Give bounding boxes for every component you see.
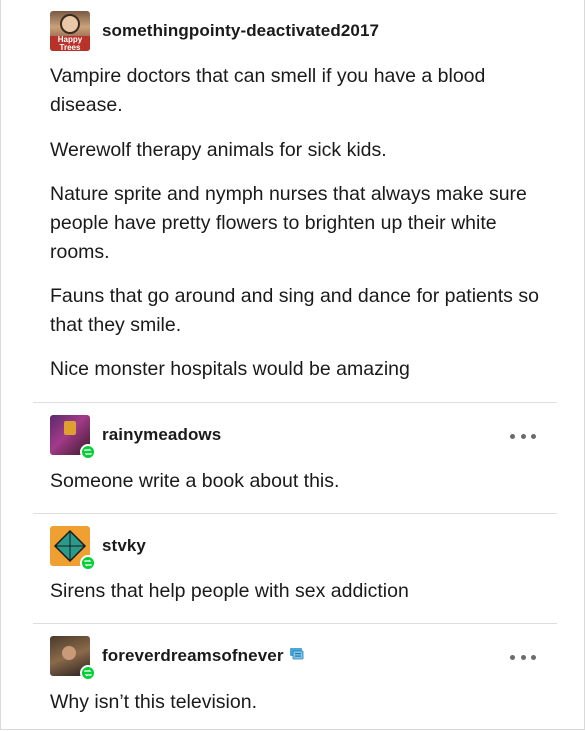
username[interactable]: foreverdreamsofnever	[102, 646, 284, 666]
divider	[33, 623, 557, 624]
username[interactable]: stvky	[102, 536, 146, 556]
avatar[interactable]	[50, 636, 96, 681]
paragraph: Someone write a book about this.	[50, 470, 340, 492]
paragraph: Nature sprite and nymph nurses that alwa…	[50, 183, 527, 263]
reblog-icon	[80, 665, 96, 681]
avatar[interactable]: Happy Trees	[50, 11, 90, 51]
post-body: Someone write a book about this.	[50, 467, 550, 496]
username[interactable]: somethingpointy-deactivated2017	[102, 21, 379, 41]
paragraph: Why isn’t this television.	[50, 691, 257, 713]
username[interactable]: rainymeadows	[102, 425, 221, 445]
reblog-icon	[80, 555, 96, 571]
avatar[interactable]	[50, 526, 96, 571]
divider	[33, 402, 557, 403]
post-header: Happy Trees somethingpointy-deactivated2…	[50, 11, 379, 51]
avatar[interactable]	[50, 415, 96, 460]
reblog-thread-card: Happy Trees somethingpointy-deactivated2…	[0, 0, 585, 730]
paragraph: Werewolf therapy animals for sick kids.	[50, 139, 387, 161]
reblog-icon	[80, 444, 96, 460]
post-header: foreverdreamsofnever	[50, 636, 306, 681]
badge-icon[interactable]	[288, 645, 306, 668]
post-body: Why isn’t this television.	[50, 688, 550, 717]
more-options-icon[interactable]	[510, 652, 536, 662]
paragraph: Vampire doctors that can smell if you ha…	[50, 65, 486, 116]
divider	[33, 513, 557, 514]
avatar-logo-text: Happy Trees	[50, 36, 90, 51]
post-header: rainymeadows	[50, 415, 221, 460]
post-body: Vampire doctors that can smell if you ha…	[50, 62, 550, 384]
paragraph: Fauns that go around and sing and dance …	[50, 285, 539, 336]
post-header: stvky	[50, 526, 146, 571]
more-options-icon[interactable]	[510, 431, 536, 441]
paragraph: Sirens that help people with sex addicti…	[50, 580, 409, 602]
post-body: Sirens that help people with sex addicti…	[50, 577, 550, 606]
paragraph: Nice monster hospitals would be amazing	[50, 358, 410, 380]
